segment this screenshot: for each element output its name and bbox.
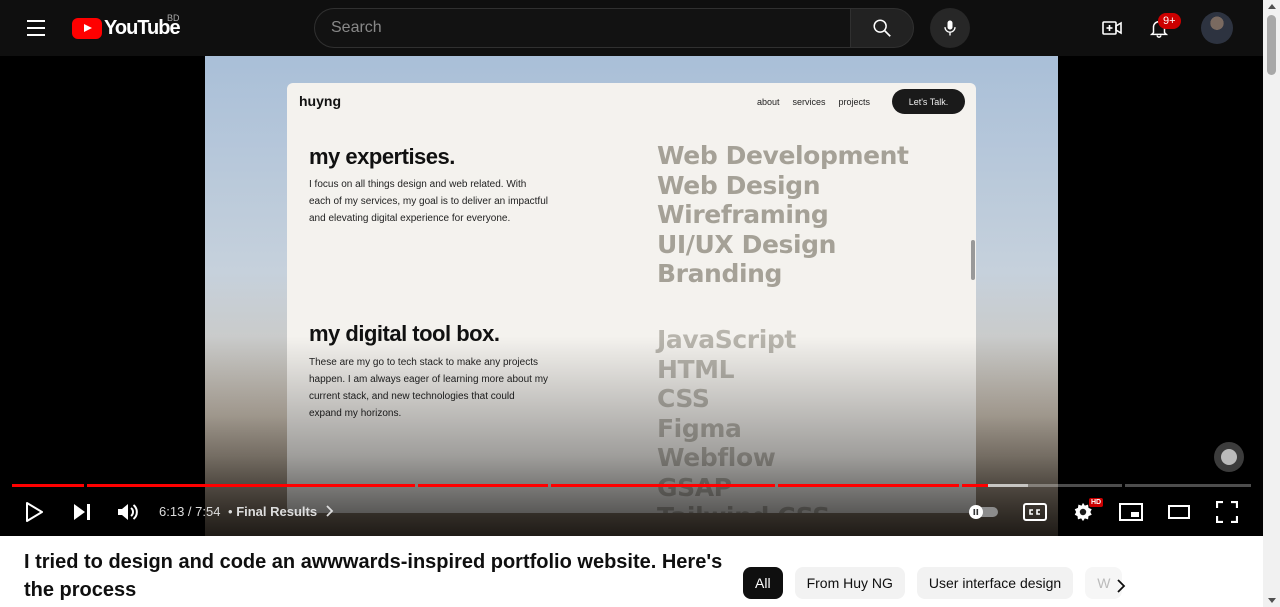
- voice-search-button[interactable]: [930, 8, 970, 48]
- video-player[interactable]: huyng about services projects Let's Talk…: [0, 56, 1263, 536]
- played-segment: [778, 484, 959, 487]
- time-display: 6:13 / 7:54: [159, 504, 221, 519]
- fullscreen-button[interactable]: [1210, 496, 1244, 528]
- expertise-item: Branding: [657, 259, 783, 288]
- played-segment: [87, 484, 415, 487]
- chip-from-channel[interactable]: From Huy NG: [794, 567, 905, 599]
- play-button[interactable]: [18, 496, 50, 528]
- scroll-up-arrow-icon[interactable]: [1268, 4, 1276, 9]
- create-button[interactable]: [1092, 8, 1132, 48]
- annotation-icon[interactable]: [1214, 442, 1244, 472]
- expertise-item: Web Development: [657, 141, 909, 170]
- avatar[interactable]: [1201, 12, 1233, 44]
- chapter-label: Final Results: [236, 504, 318, 519]
- hd-badge: HD: [1089, 498, 1104, 507]
- scrollbar-thumb[interactable]: [1267, 15, 1276, 75]
- mute-button[interactable]: [112, 496, 144, 528]
- toolbox-item: HTML: [657, 354, 735, 384]
- played-segment: [962, 484, 988, 487]
- site-nav: about services projects: [757, 97, 870, 107]
- country-code: BD: [167, 13, 180, 23]
- expertise-item: Wireframing: [657, 200, 829, 229]
- chevron-right-icon: [326, 505, 334, 517]
- toolbox-title: my digital tool box.: [309, 321, 500, 346]
- site-nav-item: projects: [838, 97, 871, 107]
- site-cta-button: Let's Talk.: [892, 89, 965, 114]
- expertise-item: Web Design: [657, 170, 821, 200]
- closed-captions-icon: [1023, 503, 1047, 521]
- volume-icon: [118, 504, 138, 520]
- video-frame: huyng about services projects Let's Talk…: [205, 56, 1058, 536]
- buffer-indicator: [988, 484, 1028, 487]
- scroll-down-arrow-icon[interactable]: [1268, 598, 1276, 603]
- subtitles-button[interactable]: [1018, 496, 1052, 528]
- next-icon: [74, 504, 90, 520]
- menu-icon[interactable]: [16, 8, 56, 48]
- page-scrollbar[interactable]: [1263, 0, 1280, 607]
- site-nav-item: about: [757, 97, 780, 107]
- related-chips: All From Huy NG User interface design W: [743, 567, 1123, 599]
- expertise-title: my expertises.: [309, 144, 455, 169]
- youtube-logo[interactable]: YouTube: [72, 16, 181, 40]
- portfolio-site-preview: huyng about services projects Let's Talk…: [287, 83, 976, 513]
- played-segment: [12, 484, 84, 487]
- masthead: YouTube BD 9+: [0, 0, 1263, 56]
- autoplay-toggle-icon: [969, 505, 998, 519]
- chapter-title[interactable]: • Final Results: [228, 504, 335, 519]
- played-segment: [418, 484, 548, 487]
- next-button[interactable]: [66, 496, 98, 528]
- expertise-text: I focus on all things design and web rel…: [309, 179, 548, 224]
- play-icon: [26, 502, 43, 522]
- expertise-item: UI/UX Design: [657, 229, 837, 259]
- theater-mode-icon: [1168, 505, 1190, 519]
- chips-next-button[interactable]: [1105, 570, 1137, 602]
- toolbox-item: Tailwind CSS: [657, 502, 830, 513]
- fullscreen-icon: [1216, 501, 1238, 523]
- youtube-play-icon: [72, 17, 102, 39]
- search-button[interactable]: [850, 8, 914, 48]
- search-box: [314, 8, 851, 48]
- chapter-segment[interactable]: [1125, 484, 1251, 487]
- toolbox-item: GSAP: [657, 472, 732, 502]
- search-icon: [873, 19, 891, 37]
- microphone-icon: [944, 20, 956, 36]
- expertise-list: Web Development Web Design Wireframing U…: [657, 141, 909, 289]
- notification-badge: 9+: [1158, 13, 1181, 29]
- theater-mode-button[interactable]: [1162, 496, 1196, 528]
- autoplay-toggle[interactable]: [964, 498, 1002, 526]
- chapter-separator: •: [228, 504, 233, 519]
- chip-topic[interactable]: User interface design: [916, 567, 1074, 599]
- toolbox-text: These are my go to tech stack to make an…: [309, 357, 549, 419]
- toolbox-item: CSS: [657, 384, 710, 413]
- toolbox-item: Figma: [657, 413, 742, 443]
- played-segment: [551, 484, 775, 487]
- miniplayer-icon: [1119, 503, 1143, 521]
- site-logo: huyng: [299, 93, 341, 109]
- progress-bar[interactable]: [12, 484, 1251, 487]
- miniplayer-button[interactable]: [1114, 496, 1148, 528]
- toolbox-item: Webflow: [657, 443, 776, 472]
- video-title: I tried to design and code an awwwards-i…: [24, 551, 723, 601]
- site-scrollbar: [971, 240, 975, 280]
- site-nav-item: services: [792, 97, 826, 107]
- search-input[interactable]: [331, 9, 851, 47]
- chip-all[interactable]: All: [743, 567, 783, 599]
- create-video-icon: [1102, 21, 1122, 35]
- toolbox-item: JavaScript: [657, 325, 796, 354]
- chevron-right-icon: [1117, 579, 1126, 593]
